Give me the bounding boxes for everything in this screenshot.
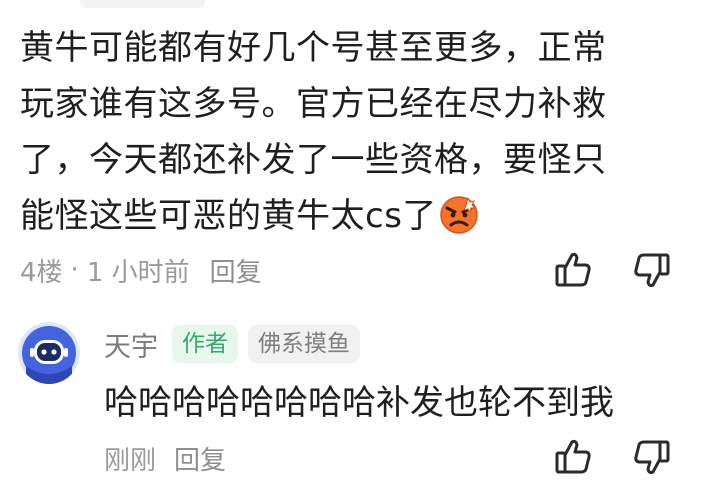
thumbs-up-icon bbox=[553, 436, 593, 480]
author-badge: 作者 bbox=[172, 325, 238, 363]
reply-button[interactable]: 回复 bbox=[210, 252, 262, 289]
comment-text: 黄牛可能都有好几个号甚至更多，正常 玩家谁有这多号。官方已经在尽力补救 了，今天都还… bbox=[20, 20, 690, 251]
avatar[interactable] bbox=[18, 322, 80, 384]
comment-line: 能怪这些可恶的黄牛太cs了 bbox=[20, 196, 437, 236]
reply-header: 天宇 作者 佛系摸鱼 bbox=[104, 324, 360, 364]
comment-meta: 4楼 · 1 小时前 回复 bbox=[20, 248, 262, 292]
comment-line: 玩家谁有这多号。官方已经在尽力补救 bbox=[20, 84, 607, 124]
floor-number: 4楼 bbox=[20, 257, 63, 288]
comment-line: 黄牛可能都有好几个号甚至更多，正常 bbox=[20, 28, 607, 68]
thumbs-down-icon bbox=[632, 251, 672, 295]
thumbs-up-icon bbox=[553, 249, 593, 293]
reply-time: 刚刚 bbox=[104, 445, 157, 476]
user-tag-badge: 佛系摸鱼 bbox=[248, 325, 360, 363]
comment-line: 了，今天都还补发了一些资格，要怪只 bbox=[20, 140, 607, 180]
reply-username[interactable]: 天宇 bbox=[104, 325, 158, 364]
dislike-button[interactable] bbox=[630, 438, 674, 482]
thumbs-down-icon bbox=[632, 438, 672, 482]
dislike-button[interactable] bbox=[630, 251, 674, 295]
scroll-fade bbox=[80, 0, 205, 8]
like-button[interactable] bbox=[551, 436, 595, 480]
comment-time: 1 小时前 bbox=[86, 257, 190, 288]
meta-separator: · bbox=[70, 255, 79, 285]
reply-text: 哈哈哈哈哈哈哈哈补发也轮不到我 bbox=[104, 383, 614, 423]
reply-meta: 刚刚 回复 bbox=[104, 436, 226, 480]
reply-button[interactable]: 回复 bbox=[174, 440, 226, 477]
like-button[interactable] bbox=[551, 249, 595, 293]
angry-face-emoji bbox=[439, 194, 479, 251]
